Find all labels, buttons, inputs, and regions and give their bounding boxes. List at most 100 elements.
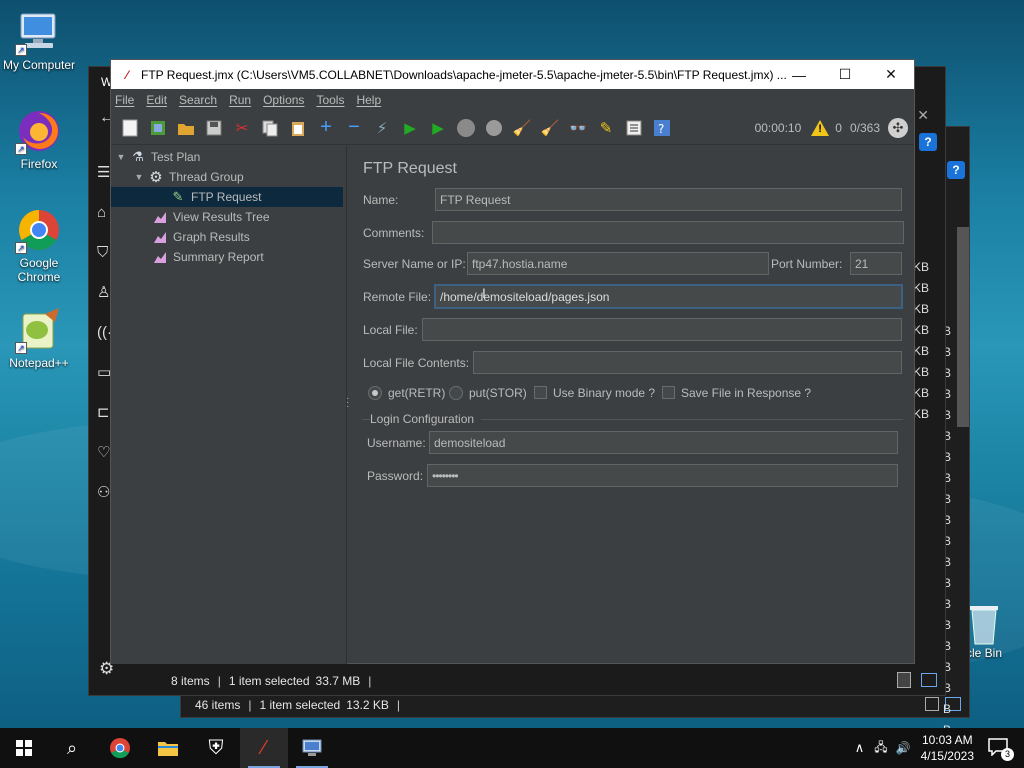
server-label: Server Name or IP:	[363, 257, 466, 271]
taskbar-chrome[interactable]	[96, 728, 144, 768]
binary-mode-checkbox[interactable]	[534, 386, 547, 399]
jmeter-feather-icon: ⁄	[262, 736, 266, 759]
menu-search[interactable]: Search	[179, 93, 217, 107]
warning-count: 0	[835, 121, 842, 135]
help-icon[interactable]: ?	[919, 133, 937, 151]
put-stor-label[interactable]: put(STOR)	[469, 386, 527, 400]
gear-icon: ⚙	[149, 169, 163, 186]
local-contents-field[interactable]	[473, 351, 902, 374]
tree-item-summary-report[interactable]: Summary Report	[111, 247, 343, 267]
start-button[interactable]	[0, 728, 48, 768]
taskbar-file-explorer[interactable]	[144, 728, 192, 768]
window-titlebar[interactable]: ⁄ FTP Request.jmx (C:\Users\VM5.COLLABNE…	[111, 60, 914, 89]
windows-icon	[16, 740, 32, 756]
taskbar-network-app[interactable]	[288, 728, 336, 768]
username-field[interactable]: demositeload	[429, 431, 898, 454]
server-field[interactable]: ftp47.hostia.name	[467, 252, 769, 275]
desktop-icon-firefox[interactable]: ↗ Firefox	[0, 107, 81, 171]
pen-icon: ✎	[172, 189, 184, 204]
chevron-up-icon[interactable]: ∧	[855, 740, 865, 756]
copy-icon[interactable]	[259, 117, 281, 139]
menu-file[interactable]: File	[115, 93, 134, 107]
chart-icon	[151, 249, 169, 265]
start-icon[interactable]: ▶	[399, 117, 421, 139]
splitter-grip-icon[interactable]: · · ·	[346, 394, 349, 412]
desktop-icon-chrome[interactable]: ↗ Google Chrome	[0, 206, 81, 284]
paste-icon[interactable]	[287, 117, 309, 139]
menu-help[interactable]: Help	[356, 93, 381, 107]
menu-edit[interactable]: Edit	[146, 93, 167, 107]
function-helper-icon[interactable]	[623, 117, 645, 139]
elapsed-timer: 00:00:10	[754, 121, 802, 135]
local-file-field[interactable]	[422, 318, 902, 341]
jmeter-window[interactable]: ⁄ FTP Request.jmx (C:\Users\VM5.COLLABNE…	[110, 59, 915, 664]
search-icon[interactable]: 👓	[567, 117, 589, 139]
menu-tools[interactable]: Tools	[316, 93, 344, 107]
collapse-icon[interactable]: −	[343, 116, 365, 139]
get-retr-radio[interactable]	[368, 386, 382, 400]
clear-icon[interactable]: 🧹	[511, 117, 533, 139]
tiles-view-icon[interactable]	[921, 673, 937, 687]
new-icon[interactable]	[119, 117, 141, 139]
search-button[interactable]: ⌕	[48, 728, 96, 768]
remote-file-field[interactable]: /home/demositeload/pages.json	[434, 284, 903, 309]
remote-engines-icon[interactable]: ✣	[888, 118, 908, 138]
volume-icon[interactable]: 🔊	[896, 741, 911, 755]
close-button[interactable]: ✕	[868, 60, 914, 89]
password-field[interactable]: ••••••••	[427, 464, 898, 487]
panel-title: FTP Request	[363, 160, 457, 177]
tree-item-thread-group[interactable]: ▼ ⚙ Thread Group	[111, 167, 343, 187]
desktop-icon-my-computer[interactable]: ↗ My Computer	[0, 8, 81, 72]
stop-icon[interactable]	[455, 117, 477, 139]
network-icon[interactable]: 🖧	[874, 738, 887, 759]
tree-item-test-plan[interactable]: ▼ ⚗ Test Plan	[111, 147, 343, 167]
comments-field[interactable]	[432, 221, 904, 244]
binary-mode-label[interactable]: Use Binary mode ?	[553, 386, 655, 400]
chevron-down-icon[interactable]: ▼	[115, 152, 127, 162]
desktop-icon-notepadpp[interactable]: ↗ Notepad++	[0, 306, 81, 370]
explorer-status-bar-1: 8 items | 1 item selected 33.7 MB |	[171, 674, 372, 688]
save-icon[interactable]	[203, 117, 225, 139]
save-response-label[interactable]: Save File in Response ?	[681, 386, 811, 400]
clear-all-icon[interactable]: 🧹	[539, 117, 561, 139]
chrome-icon: ↗	[15, 206, 63, 254]
help-icon[interactable]: ?	[947, 161, 965, 179]
get-retr-label[interactable]: get(RETR)	[388, 386, 445, 400]
folder-icon	[158, 742, 178, 756]
open-icon[interactable]	[175, 117, 197, 139]
notification-center-button[interactable]: 3	[988, 738, 1014, 761]
clock[interactable]: 10:03 AM 4/15/2023	[921, 732, 974, 764]
tree-item-graph-results[interactable]: Graph Results	[111, 227, 343, 247]
menu-run[interactable]: Run	[229, 93, 251, 107]
tree-item-view-results-tree[interactable]: View Results Tree	[111, 207, 343, 227]
local-file-label: Local File:	[363, 323, 418, 337]
warning-icon[interactable]: !	[811, 120, 830, 136]
toggle-icon[interactable]: ⚡	[371, 117, 393, 139]
ftp-request-panel: FTP Request Name: FTP Request Comments: …	[356, 146, 914, 664]
details-view-icon[interactable]	[925, 697, 939, 711]
name-field[interactable]: FTP Request	[435, 188, 902, 211]
taskbar-jmeter[interactable]: ⁄	[240, 728, 288, 768]
put-stor-radio[interactable]	[449, 386, 463, 400]
text-cursor-icon: I	[482, 285, 486, 301]
tree-item-ftp-request[interactable]: ✎ FTP Request	[111, 187, 343, 207]
close-icon[interactable]: ✕	[917, 107, 929, 124]
maximize-button[interactable]: ☐	[822, 60, 868, 89]
expand-icon[interactable]: +	[315, 116, 337, 139]
shutdown-icon[interactable]	[483, 117, 505, 139]
reset-search-icon[interactable]: ✎	[595, 117, 617, 139]
details-view-icon[interactable]	[897, 672, 911, 688]
help-icon[interactable]: ?	[651, 117, 673, 139]
start-no-pause-icon[interactable]: ▶	[427, 117, 449, 139]
save-response-checkbox[interactable]	[662, 386, 675, 399]
menu-options[interactable]: Options	[263, 93, 304, 107]
cut-icon[interactable]: ✂	[231, 117, 253, 139]
minimize-button[interactable]: —	[776, 60, 822, 89]
shield-icon: ⛨	[208, 736, 224, 759]
port-field[interactable]: 21	[850, 252, 902, 275]
scrollbar[interactable]	[957, 227, 969, 427]
templates-icon[interactable]	[147, 117, 169, 139]
chevron-down-icon[interactable]: ▼	[133, 172, 145, 182]
taskbar-security[interactable]: ⛨	[192, 728, 240, 768]
chart-icon	[151, 229, 169, 245]
